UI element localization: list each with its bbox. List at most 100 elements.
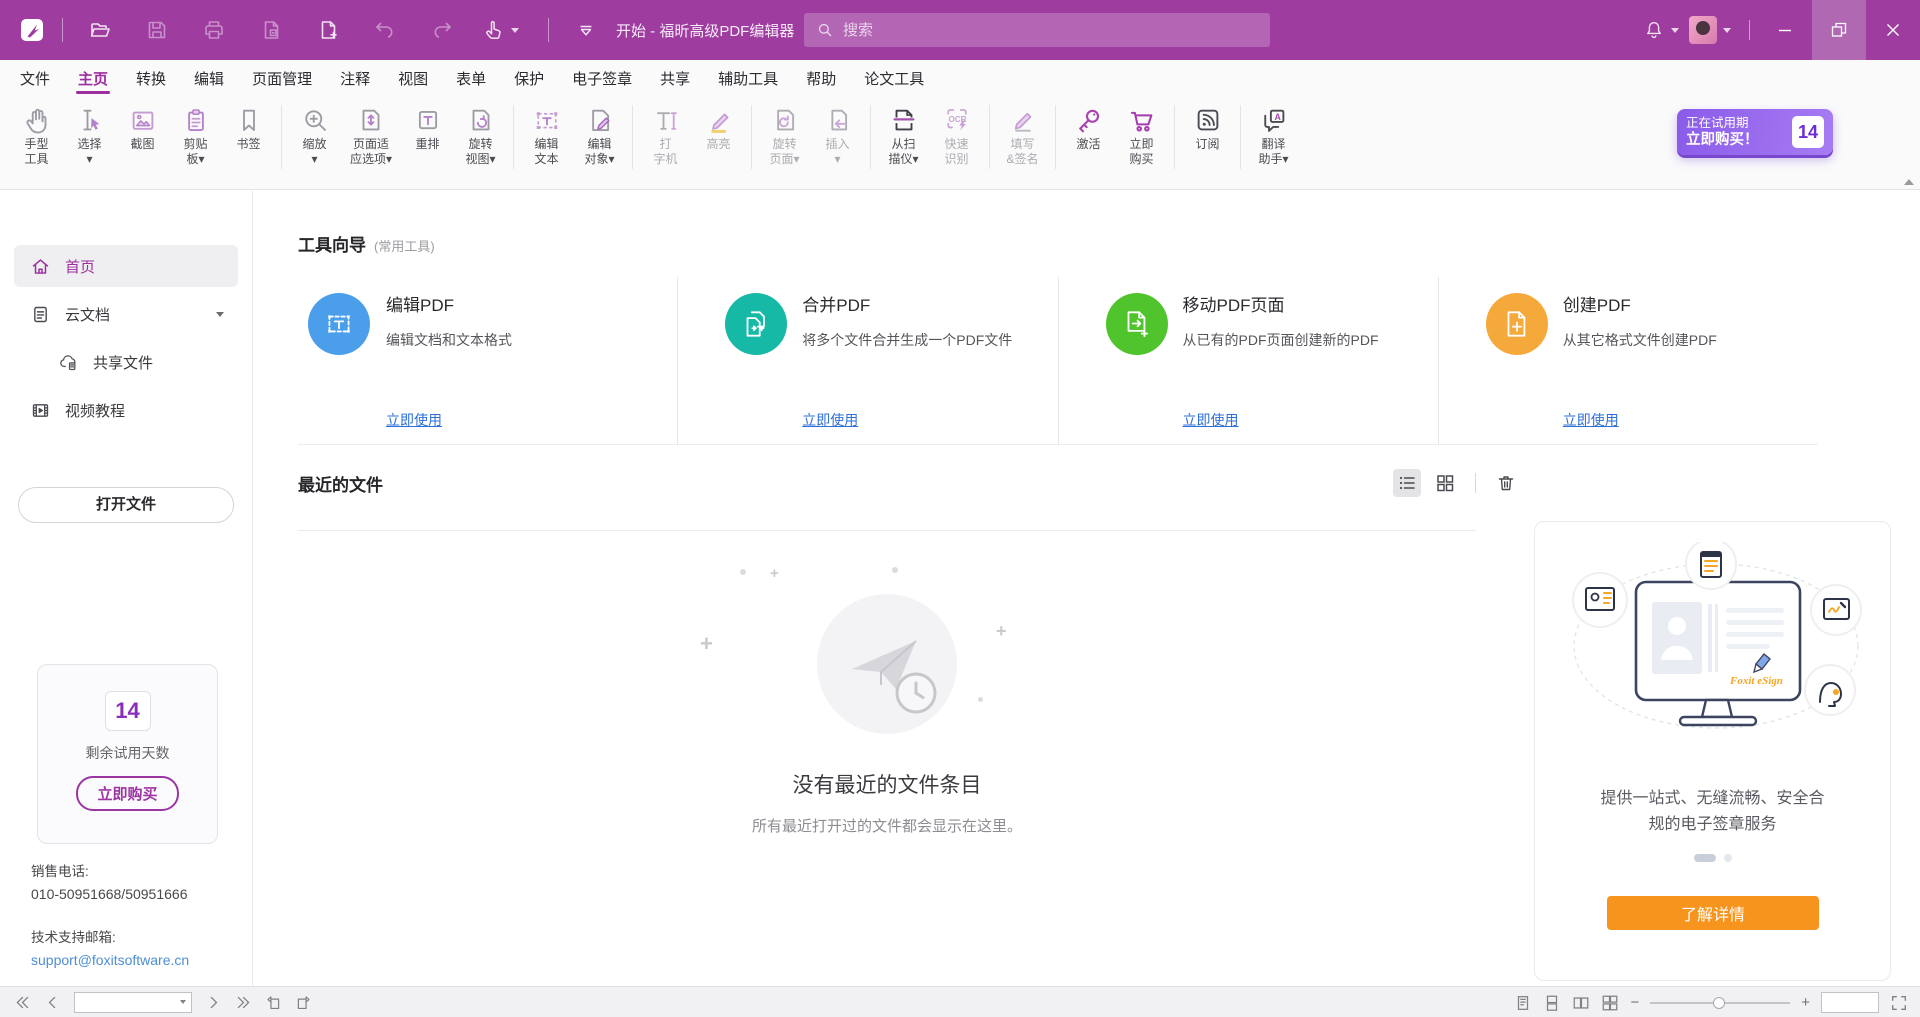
grid-view-button[interactable] — [1431, 469, 1459, 497]
sidebar-item-shared-files[interactable]: 共享文件 — [14, 341, 238, 383]
zoom-out-button[interactable]: − — [1630, 995, 1639, 1010]
menu-view[interactable]: 视图 — [384, 60, 442, 96]
create-pdf-icon[interactable] — [308, 10, 348, 50]
use-now-link[interactable]: 立即使用 — [1183, 410, 1239, 430]
sidebar-item-cloud-docs[interactable]: 云文档 — [14, 293, 238, 335]
scroll-up-arrow[interactable] — [1904, 179, 1914, 185]
facing-view-icon[interactable] — [1572, 994, 1590, 1012]
collapse-toolbar-icon[interactable] — [566, 10, 606, 50]
use-now-link[interactable]: 立即使用 — [1563, 410, 1619, 430]
previous-page-icon[interactable] — [44, 994, 61, 1011]
toolbar-edit-text[interactable]: 编辑文本 — [520, 103, 573, 167]
carousel-dot[interactable] — [1724, 854, 1732, 862]
menu-esign[interactable]: 电子签章 — [558, 60, 646, 96]
learn-more-button[interactable]: 了解详情 — [1607, 896, 1819, 930]
menu-accessibility[interactable]: 辅助工具 — [704, 60, 792, 96]
page-number-input[interactable] — [75, 995, 180, 1009]
restore-button[interactable] — [1812, 0, 1866, 60]
page-number-box[interactable] — [74, 992, 192, 1013]
hand-tool-icon[interactable] — [479, 10, 531, 50]
menu-comment[interactable]: 注释 — [326, 60, 384, 96]
toolbar-subscribe[interactable]: 订阅 — [1181, 103, 1234, 152]
chevron-down-icon[interactable] — [1671, 28, 1679, 33]
toolbar-activate[interactable]: 激活 — [1062, 103, 1115, 152]
toolbar-label: 视图▾ — [465, 152, 495, 167]
rotate-right-icon[interactable] — [295, 994, 312, 1011]
use-now-link[interactable]: 立即使用 — [802, 410, 858, 430]
card-merge-pdf[interactable]: 合并PDF 将多个文件合并生成一个PDF文件 立即使用 — [677, 277, 1057, 444]
continuous-view-icon[interactable] — [1543, 994, 1561, 1012]
notification-bell-icon[interactable] — [1643, 19, 1665, 41]
toolbar-highlight[interactable]: 高亮 — [692, 103, 745, 152]
save-icon[interactable] — [137, 10, 177, 50]
toolbar-quick-ocr[interactable]: OCR 快速识别 — [930, 103, 983, 167]
open-file-icon[interactable] — [80, 10, 120, 50]
first-page-icon[interactable] — [14, 994, 31, 1011]
toolbar-insert-pages[interactable]: 插入▾ — [811, 103, 864, 167]
sidebar-item-video-tutorials[interactable]: 视频教程 — [14, 389, 238, 431]
card-create-pdf[interactable]: 创建PDF 从其它格式文件创建PDF 立即使用 — [1438, 277, 1818, 444]
toolbar-buy-now[interactable]: 立即购买 — [1115, 103, 1168, 167]
toolbar-snapshot[interactable]: 截图 — [116, 103, 169, 152]
toolbar-reflow[interactable]: 重排 — [401, 103, 454, 152]
redo-icon[interactable] — [422, 10, 462, 50]
export-icon[interactable] — [251, 10, 291, 50]
zoom-level-input[interactable] — [1822, 993, 1878, 1012]
toolbar-rotate-pages[interactable]: 旋转页面▾ — [758, 103, 811, 167]
toolbar-select[interactable]: 选择▾ — [63, 103, 116, 167]
zoom-in-button[interactable]: + — [1801, 995, 1810, 1010]
list-view-button[interactable] — [1393, 469, 1421, 497]
toolbar-fit-page[interactable]: 页面适应选项▾ — [341, 103, 401, 167]
toolbar-edit-object[interactable]: 编辑对象▾ — [573, 103, 626, 167]
menu-page-organize[interactable]: 页面管理 — [238, 60, 326, 96]
chevron-down-icon[interactable] — [216, 312, 224, 317]
fit-window-icon[interactable] — [1890, 994, 1908, 1012]
toolbar-fill-sign[interactable]: 填写&签名 — [996, 103, 1049, 167]
toolbar-clipboard[interactable]: 剪贴板▾ — [169, 103, 222, 167]
last-page-icon[interactable] — [235, 994, 252, 1011]
menu-protect[interactable]: 保护 — [500, 60, 558, 96]
minimize-button[interactable] — [1758, 0, 1812, 60]
undo-icon[interactable] — [365, 10, 405, 50]
toolbar-hand-tool[interactable]: 手型工具 — [10, 103, 63, 167]
menu-form[interactable]: 表单 — [442, 60, 500, 96]
toolbar-from-scanner[interactable]: 从扫描仪▾ — [877, 103, 930, 167]
single-page-view-icon[interactable] — [1514, 994, 1532, 1012]
zoom-level-box[interactable] — [1821, 992, 1879, 1013]
card-move-pdf-pages[interactable]: 移动PDF页面 从已有的PDF页面创建新的PDF 立即使用 — [1058, 277, 1438, 444]
zoom-slider-thumb[interactable] — [1713, 997, 1725, 1009]
menu-file[interactable]: 文件 — [6, 60, 64, 96]
menu-share[interactable]: 共享 — [646, 60, 704, 96]
sidebar-item-home[interactable]: 首页 — [14, 245, 238, 287]
search-box[interactable] — [804, 13, 1270, 47]
carousel-dot-active[interactable] — [1694, 854, 1716, 862]
card-edit-pdf[interactable]: 编辑PDF 编辑文档和文本格式 立即使用 — [298, 277, 677, 444]
user-avatar[interactable] — [1689, 16, 1717, 44]
toolbar-translate-assistant[interactable]: A 翻译助手▾ — [1247, 103, 1300, 167]
facing-continuous-view-icon[interactable] — [1601, 994, 1619, 1012]
menu-paper-tools[interactable]: 论文工具 — [850, 60, 938, 96]
clear-recent-button[interactable] — [1492, 469, 1520, 497]
menu-help[interactable]: 帮助 — [792, 60, 850, 96]
support-email-link[interactable]: support@foxitsoftware.cn — [31, 951, 189, 969]
trial-badge[interactable]: 正在试用期 立即购买！ 14 — [1677, 109, 1833, 155]
chevron-down-icon[interactable] — [1723, 28, 1731, 33]
search-input[interactable] — [843, 22, 1223, 39]
toolbar-rotate-view[interactable]: 旋转视图▾ — [454, 103, 507, 167]
print-icon[interactable] — [194, 10, 234, 50]
toolbar-typewriter[interactable]: 打字机 — [639, 103, 692, 167]
menu-convert[interactable]: 转换 — [122, 60, 180, 96]
close-button[interactable] — [1866, 0, 1920, 60]
rotate-left-icon[interactable] — [265, 994, 282, 1011]
menu-edit[interactable]: 编辑 — [180, 60, 238, 96]
toolbar-zoom[interactable]: 缩放▾ — [288, 103, 341, 167]
buy-now-button[interactable]: 立即购买 — [76, 776, 178, 811]
zoom-slider[interactable] — [1650, 996, 1790, 1010]
toolbar-bookmark[interactable]: 书签 — [222, 103, 275, 152]
zoom-icon — [300, 105, 330, 135]
next-page-icon[interactable] — [205, 994, 222, 1011]
menu-home[interactable]: 主页 — [64, 60, 122, 96]
use-now-link[interactable]: 立即使用 — [386, 410, 442, 430]
bookmark-icon — [234, 105, 264, 135]
open-file-button[interactable]: 打开文件 — [18, 487, 234, 523]
